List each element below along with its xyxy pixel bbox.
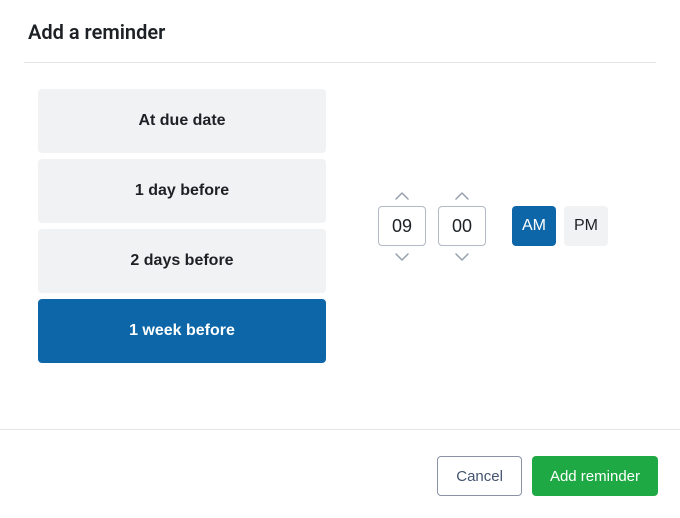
- chevron-up-icon[interactable]: [454, 188, 470, 202]
- timing-option-at-due-date[interactable]: At due date: [38, 89, 326, 153]
- add-reminder-button[interactable]: Add reminder: [532, 456, 658, 496]
- cancel-button[interactable]: Cancel: [437, 456, 522, 496]
- timing-option-group: At due date 1 day before 2 days before 1…: [38, 89, 326, 363]
- timing-option-label: At due date: [138, 112, 225, 130]
- timing-option-label: 1 day before: [135, 182, 229, 200]
- time-picker: AM PM: [378, 188, 608, 264]
- dialog-content: At due date 1 day before 2 days before 1…: [0, 63, 680, 423]
- timing-option-label: 1 week before: [129, 322, 235, 340]
- footer-divider: [0, 429, 680, 430]
- timing-option-label: 2 days before: [130, 252, 233, 270]
- chevron-down-icon[interactable]: [454, 250, 470, 264]
- pm-label: PM: [574, 217, 598, 235]
- dialog-header: Add a reminder: [0, 0, 680, 62]
- ampm-toggle: AM PM: [512, 206, 608, 246]
- pm-button[interactable]: PM: [564, 206, 608, 246]
- dialog-footer: Cancel Add reminder: [437, 456, 658, 496]
- am-label: AM: [522, 217, 546, 235]
- hour-stepper: [378, 188, 426, 264]
- add-reminder-dialog: Add a reminder At due date 1 day before …: [0, 0, 680, 423]
- chevron-down-icon[interactable]: [394, 250, 410, 264]
- cancel-label: Cancel: [456, 468, 503, 485]
- timing-option-2-days-before[interactable]: 2 days before: [38, 229, 326, 293]
- hour-input[interactable]: [378, 206, 426, 246]
- chevron-up-icon[interactable]: [394, 188, 410, 202]
- minute-stepper: [438, 188, 486, 264]
- timing-option-1-week-before[interactable]: 1 week before: [38, 299, 326, 363]
- am-button[interactable]: AM: [512, 206, 556, 246]
- timing-option-1-day-before[interactable]: 1 day before: [38, 159, 326, 223]
- minute-input[interactable]: [438, 206, 486, 246]
- dialog-title: Add a reminder: [28, 20, 652, 44]
- submit-label: Add reminder: [550, 468, 640, 485]
